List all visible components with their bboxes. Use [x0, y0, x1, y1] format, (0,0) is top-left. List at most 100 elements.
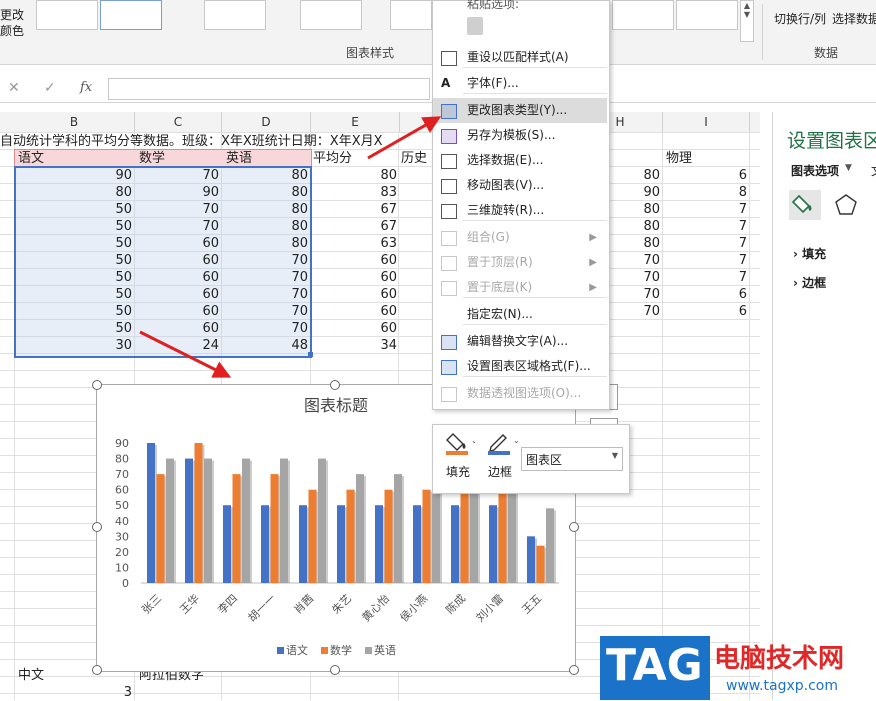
table-cell[interactable]: 7: [663, 201, 747, 218]
resize-handle[interactable]: [92, 665, 102, 675]
table-cell[interactable]: 34: [311, 337, 397, 354]
header-math[interactable]: 数学: [139, 150, 165, 167]
effects-pentagon-icon[interactable]: [833, 192, 859, 218]
table-cell[interactable]: 60: [135, 252, 219, 269]
column-header-e[interactable]: E: [311, 112, 400, 132]
select-data-button[interactable]: 选择数据: [832, 10, 876, 27]
chart-style-thumb-7[interactable]: [676, 0, 738, 30]
formula-input[interactable]: [108, 78, 430, 100]
table-cell[interactable]: 80: [222, 218, 308, 235]
table-cell[interactable]: 7: [663, 252, 747, 269]
table-cell[interactable]: 90: [14, 167, 132, 184]
table-cell[interactable]: 80: [222, 201, 308, 218]
table-cell[interactable]: 60: [135, 320, 219, 337]
column-header-c[interactable]: C: [135, 112, 222, 132]
chart-style-thumb-3[interactable]: [204, 0, 266, 30]
table-cell[interactable]: 70: [222, 286, 308, 303]
menu-item[interactable]: 三维旋转(R)...: [433, 198, 607, 223]
fill-bucket-icon[interactable]: ⌄: [445, 431, 475, 455]
table-cell[interactable]: 50: [14, 269, 132, 286]
table-cell[interactable]: 80: [311, 167, 397, 184]
table-cell[interactable]: 30: [14, 337, 132, 354]
resize-handle[interactable]: [569, 522, 579, 532]
column-header-b[interactable]: B: [14, 112, 135, 132]
header-average[interactable]: 平均分: [313, 150, 352, 167]
resize-handle[interactable]: [330, 380, 340, 390]
change-color-label-1[interactable]: 更改: [0, 6, 24, 23]
header-history[interactable]: 历史: [401, 150, 427, 167]
chart-style-thumb-5[interactable]: [390, 0, 432, 30]
table-cell[interactable]: 70: [222, 303, 308, 320]
menu-item[interactable]: 移动图表(V)...: [433, 173, 607, 198]
menu-item[interactable]: 更改图表类型(Y)...: [433, 98, 607, 123]
table-cell[interactable]: 7: [663, 218, 747, 235]
chart-style-thumb-6[interactable]: [612, 0, 674, 30]
table-cell[interactable]: 50: [14, 235, 132, 252]
table-cell[interactable]: 6: [663, 303, 747, 320]
table-cell[interactable]: 7: [663, 269, 747, 286]
menu-item[interactable]: 指定宏(N)...: [433, 302, 607, 327]
table-cell[interactable]: 50: [14, 218, 132, 235]
fill-line-icon[interactable]: [789, 190, 821, 220]
table-cell[interactable]: 70: [222, 320, 308, 337]
table-cell[interactable]: 50: [14, 252, 132, 269]
gallery-scroll[interactable]: ▲ ▼: [740, 0, 754, 42]
switch-row-col-button[interactable]: 切换行/列: [774, 10, 826, 27]
chart-style-thumb-4[interactable]: [300, 0, 362, 30]
title-cell[interactable]: 自动统计学科的平均分等数据。班级：X年X班统计日期：X年X月X: [0, 133, 383, 150]
table-cell[interactable]: 70: [135, 167, 219, 184]
table-cell[interactable]: 6: [663, 286, 747, 303]
change-color-label-2[interactable]: 颜色: [0, 22, 24, 39]
tab-dropdown-icon[interactable]: ▼: [845, 163, 852, 173]
column-header-i[interactable]: I: [663, 112, 750, 132]
table-cell[interactable]: 50: [14, 201, 132, 218]
border-label[interactable]: 边框: [488, 463, 512, 480]
table-cell[interactable]: 6: [663, 167, 747, 184]
menu-item[interactable]: 选择数据(E)...: [433, 148, 607, 173]
bottom-chinese-cell[interactable]: 中文: [18, 667, 44, 684]
menu-item[interactable]: 另存为模板(S)...: [433, 123, 607, 148]
table-cell[interactable]: 80: [222, 167, 308, 184]
table-cell[interactable]: 60: [135, 286, 219, 303]
fx-icon[interactable]: fx: [80, 80, 92, 95]
table-cell[interactable]: 60: [311, 320, 397, 337]
bottom-number-cell[interactable]: 3: [100, 684, 132, 701]
header-english[interactable]: 英语: [226, 150, 252, 167]
table-cell[interactable]: 70: [135, 201, 219, 218]
table-cell[interactable]: 7: [663, 235, 747, 252]
table-cell[interactable]: 24: [135, 337, 219, 354]
table-cell[interactable]: 60: [311, 269, 397, 286]
table-cell[interactable]: 80: [222, 235, 308, 252]
resize-handle[interactable]: [92, 380, 102, 390]
table-cell[interactable]: 8: [663, 184, 747, 201]
fill-section[interactable]: › 填充: [793, 245, 826, 262]
resize-handle[interactable]: [92, 522, 102, 532]
border-pen-icon[interactable]: ⌄: [487, 431, 519, 455]
menu-item[interactable]: A 字体(F)...: [433, 71, 607, 96]
chart-options-tab[interactable]: 图表选项: [791, 162, 839, 179]
fill-label[interactable]: 填充: [446, 463, 470, 480]
menu-item[interactable]: 重设以匹配样式(A): [433, 45, 607, 70]
table-cell[interactable]: 80: [14, 184, 132, 201]
table-cell[interactable]: 63: [311, 235, 397, 252]
table-cell[interactable]: 50: [14, 303, 132, 320]
table-cell[interactable]: 48: [222, 337, 308, 354]
table-cell[interactable]: 60: [135, 303, 219, 320]
table-cell[interactable]: 70: [135, 218, 219, 235]
table-cell[interactable]: 67: [311, 201, 397, 218]
text-options-tab[interactable]: 文: [871, 162, 876, 179]
header-physics[interactable]: 物理: [666, 150, 692, 167]
chart-style-thumb-2[interactable]: [100, 0, 162, 30]
cancel-icon[interactable]: ✕: [8, 80, 20, 96]
header-chinese[interactable]: 语文: [18, 150, 44, 167]
table-cell[interactable]: 80: [222, 184, 308, 201]
column-header-d[interactable]: D: [222, 112, 311, 132]
menu-item[interactable]: 编辑替换文字(A)...: [433, 329, 607, 354]
table-cell[interactable]: 50: [14, 320, 132, 337]
paste-icon[interactable]: [467, 17, 483, 35]
table-cell[interactable]: 70: [222, 252, 308, 269]
table-cell[interactable]: 60: [135, 235, 219, 252]
table-cell[interactable]: 50: [14, 286, 132, 303]
chart-element-dropdown[interactable]: 图表区 ▼: [521, 447, 623, 471]
table-cell[interactable]: 60: [311, 303, 397, 320]
